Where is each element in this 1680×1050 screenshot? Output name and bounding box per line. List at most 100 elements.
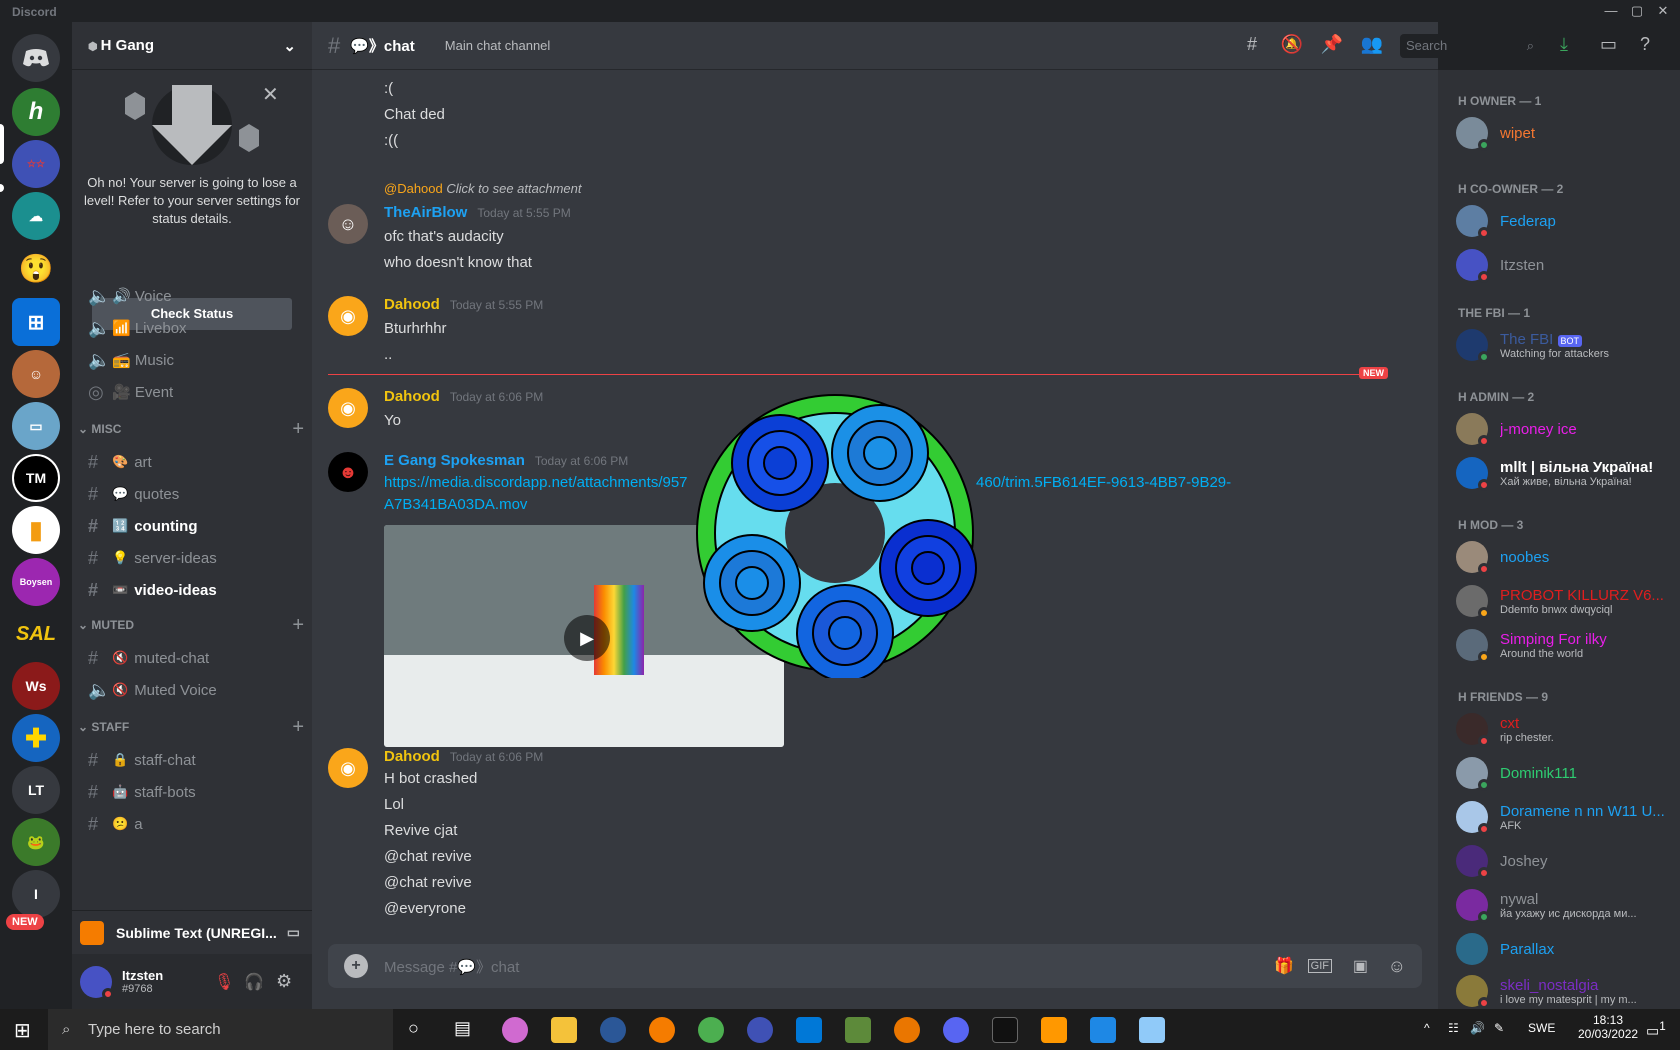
add-channel-icon[interactable]: +	[292, 418, 304, 441]
avatar[interactable]	[80, 965, 114, 1000]
message-author[interactable]: Dahood Today at 6:06 PM	[384, 388, 543, 405]
reply-preview[interactable]: @Dahood Click to see attachment	[384, 181, 582, 196]
text-channel-counting[interactable]: # 🔢 counting	[80, 510, 304, 542]
add-channel-icon[interactable]: +	[292, 614, 304, 637]
category-muted[interactable]: ⌄ MUTED +	[76, 614, 308, 637]
app-icon[interactable]	[747, 1017, 773, 1043]
message-author[interactable]: Dahood Today at 6:06 PM	[384, 748, 543, 765]
author-name[interactable]: E Gang Spokesman	[384, 452, 525, 469]
help-icon[interactable]: ?	[1640, 34, 1650, 55]
app-icon[interactable]	[1090, 1017, 1116, 1043]
home-button[interactable]	[12, 34, 60, 82]
member-item[interactable]: Simping For ilky Around the world	[1456, 624, 1672, 666]
server-icon[interactable]: 🐸	[12, 818, 60, 866]
avatar[interactable]: ☻	[328, 452, 368, 492]
windows-start-icon[interactable]: ⊞	[14, 1018, 31, 1043]
cortana-icon[interactable]: ○	[408, 1018, 419, 1039]
voice-channel-muted[interactable]: 🔈 🔇 Muted Voice	[80, 674, 304, 706]
server-icon[interactable]: ✚	[12, 714, 60, 762]
member-item[interactable]: Federap	[1456, 200, 1672, 242]
chrome-icon[interactable]	[698, 1017, 724, 1043]
member-item[interactable]: Doramene n nn W11 U... AFK	[1456, 796, 1672, 838]
app-icon[interactable]	[600, 1017, 626, 1043]
server-icon[interactable]: ☁	[12, 192, 60, 240]
server-icon[interactable]: ▮	[12, 506, 60, 554]
member-item[interactable]: The FBI BOT Watching for attackers	[1456, 324, 1672, 366]
play-icon[interactable]: ▶	[564, 615, 610, 661]
task-view-icon[interactable]: ▤	[454, 1018, 471, 1039]
blender-icon[interactable]	[894, 1017, 920, 1043]
server-icon[interactable]: 😲	[12, 244, 60, 292]
inbox-icon[interactable]: ▭	[1600, 34, 1617, 55]
member-item[interactable]: cxt rip chester.	[1456, 708, 1672, 750]
threads-icon[interactable]: #	[1240, 34, 1264, 58]
clock[interactable]: 18:13 20/03/2022	[1578, 1013, 1638, 1041]
member-item[interactable]: noobes	[1456, 536, 1672, 578]
voice-channel[interactable]: 🔈 🔊 Voice	[80, 280, 304, 312]
attachment-link[interactable]: A7B341BA03DA.mov	[384, 496, 527, 513]
avatar[interactable]: ☺	[328, 204, 368, 244]
category-staff[interactable]: ⌄ STAFF +	[76, 716, 308, 739]
app-icon[interactable]	[502, 1017, 528, 1043]
server-icon[interactable]: ▭	[12, 402, 60, 450]
notification-bell-icon[interactable]: 🔕	[1280, 34, 1304, 58]
chevron-up-icon[interactable]: ^	[1424, 1021, 1430, 1035]
text-channel-staff-chat[interactable]: # 🔒 staff-chat	[80, 744, 304, 776]
taskbar-search[interactable]: ⌕ Type here to search	[48, 1009, 393, 1050]
server-icon[interactable]: ☺	[12, 350, 60, 398]
gear-icon[interactable]: ⚙	[276, 971, 292, 992]
server-icon[interactable]: LT	[12, 766, 60, 814]
member-item[interactable]: PROBOT KILLURZ V6... Ddemfo bnwx dwqyciql	[1456, 580, 1672, 622]
text-channel-video-ideas[interactable]: # 📼 video-ideas	[80, 574, 304, 606]
member-item[interactable]: nywal йа ухажу ис дискорда ми...	[1456, 884, 1672, 926]
member-item[interactable]: Dominik111	[1456, 752, 1672, 794]
emoji-icon[interactable]: ☺	[1388, 956, 1406, 977]
app-icon[interactable]	[1139, 1017, 1165, 1043]
discord-taskbar-icon[interactable]	[943, 1017, 969, 1043]
add-attachment-icon[interactable]: +	[344, 954, 368, 978]
server-icon[interactable]: Ws	[12, 662, 60, 710]
server-icon[interactable]: ⊞	[12, 298, 60, 346]
activity-panel[interactable]: Sublime Text (UNREGI... ▭	[72, 910, 312, 954]
pen-icon[interactable]: ✎	[1494, 1021, 1504, 1035]
server-icon[interactable]: ☆☆	[12, 140, 60, 188]
member-item[interactable]: wipet	[1456, 112, 1672, 154]
terminal-icon[interactable]	[992, 1017, 1018, 1043]
member-item[interactable]: skeli_nostalgia i love my matesprit | my …	[1456, 970, 1672, 1009]
gif-icon[interactable]: GIF	[1307, 959, 1332, 973]
download-icon[interactable]: ⤓	[1560, 34, 1568, 55]
close-window-icon[interactable]: ✕	[1648, 2, 1678, 20]
app-icon[interactable]	[649, 1017, 675, 1043]
message-input[interactable]: Message #💬》chat	[384, 956, 519, 977]
server-icon[interactable]: TM	[12, 454, 60, 502]
message-composer[interactable]: + Message #💬》chat 🎁 GIF ▣ ☺	[328, 944, 1422, 988]
add-channel-icon[interactable]: +	[292, 716, 304, 739]
voice-channel[interactable]: 🔈 📶 Livebox	[80, 312, 304, 344]
server-icon[interactable]: SAL	[12, 610, 60, 658]
sticker-icon[interactable]: ▣	[1353, 956, 1368, 976]
message-author[interactable]: TheAirBlow Today at 5:55 PM	[384, 204, 571, 221]
gift-icon[interactable]: 🎁	[1274, 956, 1294, 976]
pin-icon[interactable]: 📌	[1320, 34, 1344, 58]
stage-channel[interactable]: ◎ 🎥 Event	[80, 376, 304, 408]
avatar[interactable]: ◉	[328, 296, 368, 336]
text-channel-art[interactable]: # 🎨 art	[80, 446, 304, 478]
minecraft-icon[interactable]	[845, 1017, 871, 1043]
language-indicator[interactable]: SWE	[1528, 1021, 1555, 1035]
network-icon[interactable]: ☷	[1448, 1021, 1459, 1035]
notifications-icon[interactable]: ▭1	[1646, 1020, 1666, 1040]
member-item[interactable]: Itzsten	[1456, 244, 1672, 286]
volume-icon[interactable]: 🔊	[1470, 1021, 1485, 1035]
search-input[interactable]: Search ⌕	[1400, 34, 1540, 58]
member-item[interactable]: j-money ice	[1456, 408, 1672, 450]
category-misc[interactable]: ⌄ MISC +	[76, 418, 308, 441]
member-item[interactable]: Parallax	[1456, 928, 1672, 970]
author-name[interactable]: Dahood	[384, 388, 440, 405]
avatar[interactable]: ◉	[328, 748, 368, 788]
text-channel-muted-chat[interactable]: # 🔇 muted-chat	[80, 642, 304, 674]
member-item[interactable]: mllt | вільна Україна! Хай живе, вільна У…	[1456, 452, 1672, 494]
stream-icon[interactable]: ▭	[287, 924, 300, 941]
text-channel-quotes[interactable]: # 💬 quotes	[80, 478, 304, 510]
avatar[interactable]: ◉	[328, 388, 368, 428]
close-icon[interactable]: ✕	[262, 82, 279, 107]
